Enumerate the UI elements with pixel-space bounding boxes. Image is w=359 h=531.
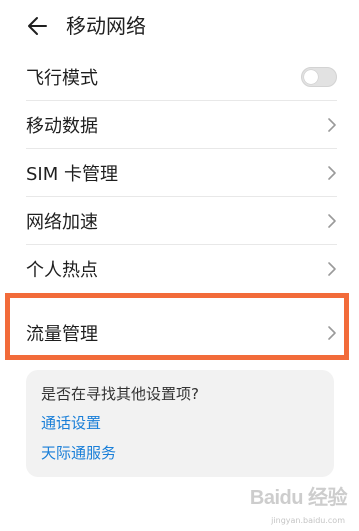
watermark-brand: Baidu 经验 [249,487,348,509]
chevron-right-icon [328,262,336,276]
watermark-url: jingyan.baidu.com [271,516,345,525]
setting-label: 个人热点 [26,260,98,281]
setting-row-airplane-mode[interactable]: 飞行模式 [0,53,359,101]
setting-row-network-acceleration[interactable]: 网络加速 [0,197,359,245]
suggestion-card: 是否在寻找其他设置项? 通话设置 天际通服务 [26,370,334,477]
skytone-service-link[interactable]: 天际通服务 [41,442,116,463]
setting-row-personal-hotspot[interactable]: 个人热点 [0,245,359,293]
chevron-right-icon [328,166,336,180]
airplane-mode-toggle[interactable] [301,67,337,87]
call-settings-link[interactable]: 通话设置 [41,412,101,433]
chevron-right-icon [328,118,336,132]
setting-label: SIM 卡管理 [26,164,118,185]
suggestion-title: 是否在寻找其他设置项? [41,385,199,403]
app-header: 移动网络 [0,0,359,52]
setting-label: 飞行模式 [26,68,98,89]
chevron-right-icon [328,214,336,228]
setting-row-data-management[interactable]: 流量管理 [0,301,359,364]
toggle-knob [304,70,318,84]
setting-row-mobile-data[interactable]: 移动数据 [0,101,359,149]
setting-label: 网络加速 [26,212,98,233]
setting-row-sim-management[interactable]: SIM 卡管理 [0,149,359,197]
baidu-watermark: Baidu 经验 jingyan.baidu.com [227,481,348,525]
page-title: 移动网络 [66,14,146,38]
setting-label: 流量管理 [26,323,98,345]
chevron-right-icon [328,325,336,340]
setting-label: 移动数据 [26,116,98,137]
back-arrow-icon[interactable] [24,12,52,40]
settings-list: 飞行模式 移动数据 SIM 卡管理 网络加速 个人热点 流量管理 [0,53,359,364]
